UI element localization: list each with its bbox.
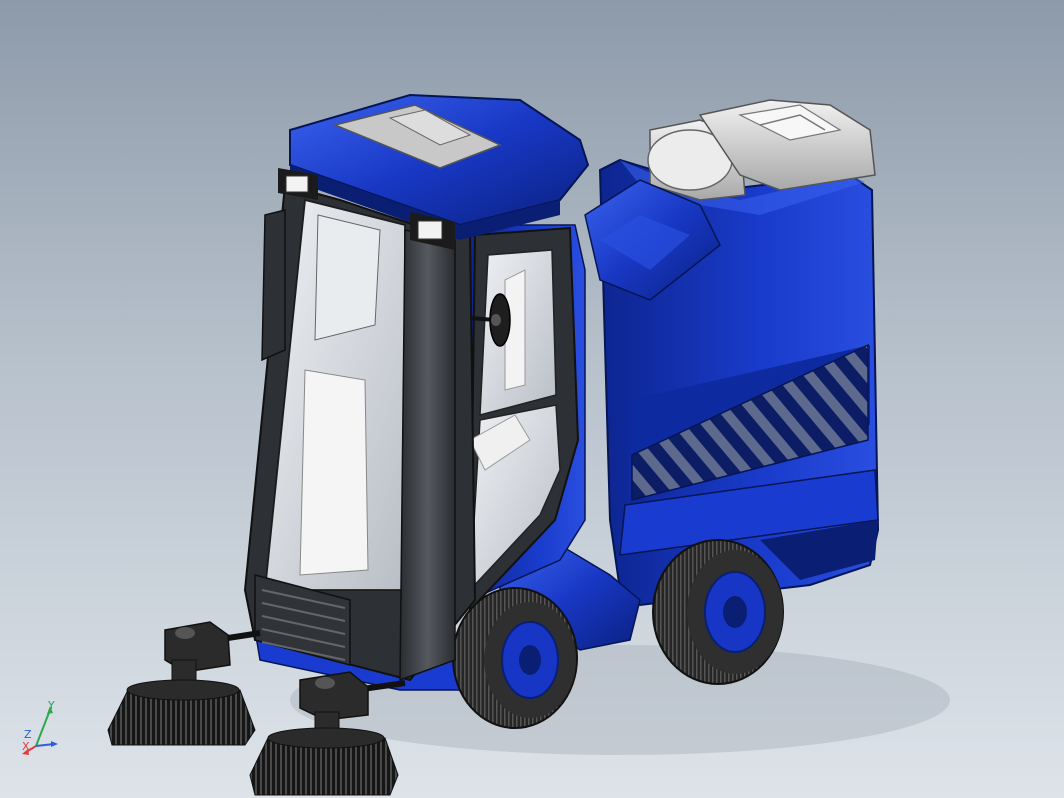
seat [299,369,369,576]
coordinate-triad-icon: Y Z X [14,699,62,760]
cab-front [243,183,477,682]
street-sweeper-model[interactable] [0,0,1064,798]
a-pillar [399,229,456,682]
cad-3d-viewport[interactable]: Y Z X [0,0,1064,798]
y-axis-label: Y [47,700,55,712]
y-axis-arrow [35,709,51,747]
rear-wheel [652,539,784,685]
x-axis-label: X [22,740,30,753]
left-side-brush [107,621,261,746]
